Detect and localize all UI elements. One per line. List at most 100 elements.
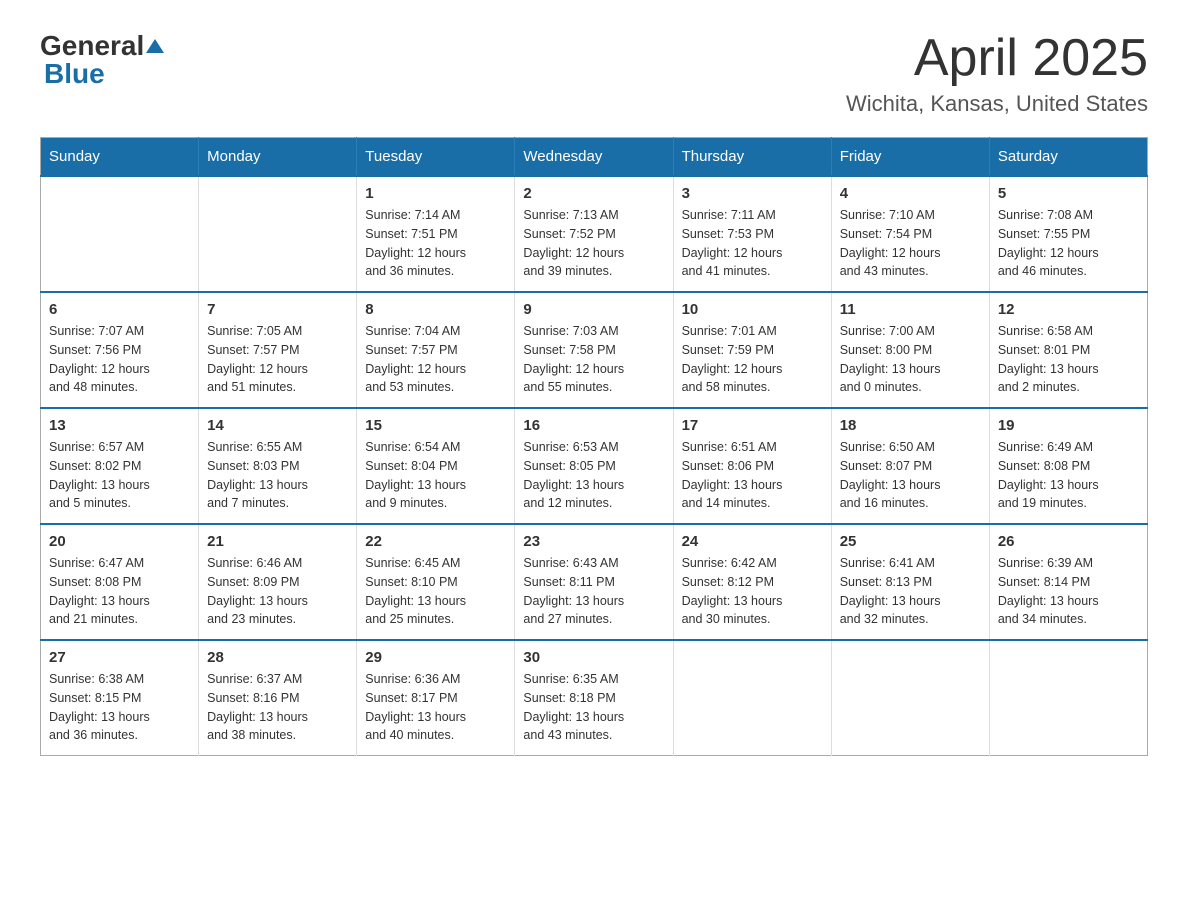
title-section: April 2025 Wichita, Kansas, United State… (846, 30, 1148, 117)
calendar-cell: 22 Sunrise: 6:45 AM Sunset: 8:10 PM Dayli… (357, 524, 515, 640)
calendar-cell (831, 640, 989, 756)
calendar-cell: 16 Sunrise: 6:53 AM Sunset: 8:05 PM Dayli… (515, 408, 673, 524)
day-number: 22 (365, 533, 506, 550)
calendar-header-friday: Friday (831, 138, 989, 177)
calendar-cell: 25 Sunrise: 6:41 AM Sunset: 8:13 PM Dayli… (831, 524, 989, 640)
calendar-week-row: 6 Sunrise: 7:07 AM Sunset: 7:56 PM Daylig… (41, 292, 1148, 408)
day-info: Sunrise: 7:07 AM Sunset: 7:56 PM Dayligh… (49, 322, 190, 397)
page-title: April 2025 (846, 30, 1148, 87)
calendar-header-row: SundayMondayTuesdayWednesdayThursdayFrid… (41, 138, 1148, 177)
day-number: 4 (840, 185, 981, 202)
calendar-cell: 17 Sunrise: 6:51 AM Sunset: 8:06 PM Dayli… (673, 408, 831, 524)
day-info: Sunrise: 6:41 AM Sunset: 8:13 PM Dayligh… (840, 554, 981, 629)
day-info: Sunrise: 6:49 AM Sunset: 8:08 PM Dayligh… (998, 438, 1139, 513)
day-info: Sunrise: 6:53 AM Sunset: 8:05 PM Dayligh… (523, 438, 664, 513)
day-info: Sunrise: 7:11 AM Sunset: 7:53 PM Dayligh… (682, 206, 823, 281)
calendar-header-tuesday: Tuesday (357, 138, 515, 177)
calendar-header-saturday: Saturday (989, 138, 1147, 177)
day-info: Sunrise: 6:58 AM Sunset: 8:01 PM Dayligh… (998, 322, 1139, 397)
calendar-cell: 1 Sunrise: 7:14 AM Sunset: 7:51 PM Daylig… (357, 176, 515, 292)
day-info: Sunrise: 6:46 AM Sunset: 8:09 PM Dayligh… (207, 554, 348, 629)
calendar-cell: 4 Sunrise: 7:10 AM Sunset: 7:54 PM Daylig… (831, 176, 989, 292)
calendar-cell: 3Sunrise: 7:11 AM Sunset: 7:53 PM Daylig… (673, 176, 831, 292)
calendar-cell: 15 Sunrise: 6:54 AM Sunset: 8:04 PM Dayli… (357, 408, 515, 524)
calendar-cell: 30Sunrise: 6:35 AM Sunset: 8:18 PM Dayli… (515, 640, 673, 756)
day-number: 13 (49, 417, 190, 434)
day-info: Sunrise: 6:45 AM Sunset: 8:10 PM Dayligh… (365, 554, 506, 629)
day-number: 1 (365, 185, 506, 202)
page-subtitle: Wichita, Kansas, United States (846, 91, 1148, 117)
logo: General Blue (40, 30, 166, 90)
calendar-table: SundayMondayTuesdayWednesdayThursdayFrid… (40, 137, 1148, 756)
day-info: Sunrise: 6:37 AM Sunset: 8:16 PM Dayligh… (207, 670, 348, 745)
calendar-cell (989, 640, 1147, 756)
calendar-cell (673, 640, 831, 756)
calendar-week-row: 20 Sunrise: 6:47 AM Sunset: 8:08 PM Dayli… (41, 524, 1148, 640)
day-info: Sunrise: 7:10 AM Sunset: 7:54 PM Dayligh… (840, 206, 981, 281)
page-header: General Blue April 2025 Wichita, Kansas,… (40, 30, 1148, 117)
day-number: 27 (49, 649, 190, 666)
day-number: 2 (523, 185, 664, 202)
day-info: Sunrise: 6:51 AM Sunset: 8:06 PM Dayligh… (682, 438, 823, 513)
day-info: Sunrise: 6:55 AM Sunset: 8:03 PM Dayligh… (207, 438, 348, 513)
day-number: 8 (365, 301, 506, 318)
calendar-cell: 8 Sunrise: 7:04 AM Sunset: 7:57 PM Daylig… (357, 292, 515, 408)
calendar-cell: 18Sunrise: 6:50 AM Sunset: 8:07 PM Dayli… (831, 408, 989, 524)
calendar-cell: 7 Sunrise: 7:05 AM Sunset: 7:57 PM Daylig… (199, 292, 357, 408)
calendar-cell: 12 Sunrise: 6:58 AM Sunset: 8:01 PM Dayli… (989, 292, 1147, 408)
calendar-cell: 24 Sunrise: 6:42 AM Sunset: 8:12 PM Dayli… (673, 524, 831, 640)
day-info: Sunrise: 6:42 AM Sunset: 8:12 PM Dayligh… (682, 554, 823, 629)
day-number: 21 (207, 533, 348, 550)
calendar-cell: 13 Sunrise: 6:57 AM Sunset: 8:02 PM Dayli… (41, 408, 199, 524)
day-info: Sunrise: 7:14 AM Sunset: 7:51 PM Dayligh… (365, 206, 506, 281)
day-number: 6 (49, 301, 190, 318)
day-info: Sunrise: 7:08 AM Sunset: 7:55 PM Dayligh… (998, 206, 1139, 281)
day-info: Sunrise: 7:03 AM Sunset: 7:58 PM Dayligh… (523, 322, 664, 397)
calendar-cell (41, 176, 199, 292)
day-info: Sunrise: 7:13 AM Sunset: 7:52 PM Dayligh… (523, 206, 664, 281)
day-number: 16 (523, 417, 664, 434)
calendar-week-row: 27 Sunrise: 6:38 AM Sunset: 8:15 PM Dayli… (41, 640, 1148, 756)
day-number: 17 (682, 417, 823, 434)
day-number: 15 (365, 417, 506, 434)
calendar-header-monday: Monday (199, 138, 357, 177)
calendar-header-wednesday: Wednesday (515, 138, 673, 177)
calendar-cell: 26Sunrise: 6:39 AM Sunset: 8:14 PM Dayli… (989, 524, 1147, 640)
day-number: 30 (523, 649, 664, 666)
calendar-cell (199, 176, 357, 292)
day-number: 25 (840, 533, 981, 550)
calendar-cell: 23 Sunrise: 6:43 AM Sunset: 8:11 PM Dayli… (515, 524, 673, 640)
day-number: 12 (998, 301, 1139, 318)
day-number: 7 (207, 301, 348, 318)
calendar-cell: 11 Sunrise: 7:00 AM Sunset: 8:00 PM Dayli… (831, 292, 989, 408)
day-info: Sunrise: 6:54 AM Sunset: 8:04 PM Dayligh… (365, 438, 506, 513)
calendar-cell: 20 Sunrise: 6:47 AM Sunset: 8:08 PM Dayli… (41, 524, 199, 640)
day-info: Sunrise: 6:43 AM Sunset: 8:11 PM Dayligh… (523, 554, 664, 629)
day-number: 14 (207, 417, 348, 434)
day-number: 24 (682, 533, 823, 550)
calendar-cell: 21 Sunrise: 6:46 AM Sunset: 8:09 PM Dayli… (199, 524, 357, 640)
calendar-cell: 10Sunrise: 7:01 AM Sunset: 7:59 PM Dayli… (673, 292, 831, 408)
logo-text-blue: Blue (44, 58, 105, 90)
day-number: 23 (523, 533, 664, 550)
day-info: Sunrise: 7:00 AM Sunset: 8:00 PM Dayligh… (840, 322, 981, 397)
day-info: Sunrise: 7:04 AM Sunset: 7:57 PM Dayligh… (365, 322, 506, 397)
day-number: 19 (998, 417, 1139, 434)
day-info: Sunrise: 7:05 AM Sunset: 7:57 PM Dayligh… (207, 322, 348, 397)
calendar-cell: 27 Sunrise: 6:38 AM Sunset: 8:15 PM Dayli… (41, 640, 199, 756)
calendar-cell: 2 Sunrise: 7:13 AM Sunset: 7:52 PM Daylig… (515, 176, 673, 292)
calendar-week-row: 13 Sunrise: 6:57 AM Sunset: 8:02 PM Dayli… (41, 408, 1148, 524)
calendar-cell: 6 Sunrise: 7:07 AM Sunset: 7:56 PM Daylig… (41, 292, 199, 408)
calendar-header-sunday: Sunday (41, 138, 199, 177)
day-info: Sunrise: 6:47 AM Sunset: 8:08 PM Dayligh… (49, 554, 190, 629)
calendar-cell: 29Sunrise: 6:36 AM Sunset: 8:17 PM Dayli… (357, 640, 515, 756)
day-number: 11 (840, 301, 981, 318)
day-info: Sunrise: 6:38 AM Sunset: 8:15 PM Dayligh… (49, 670, 190, 745)
day-number: 5 (998, 185, 1139, 202)
day-number: 29 (365, 649, 506, 666)
day-info: Sunrise: 6:57 AM Sunset: 8:02 PM Dayligh… (49, 438, 190, 513)
day-info: Sunrise: 7:01 AM Sunset: 7:59 PM Dayligh… (682, 322, 823, 397)
day-number: 20 (49, 533, 190, 550)
calendar-cell: 9Sunrise: 7:03 AM Sunset: 7:58 PM Daylig… (515, 292, 673, 408)
calendar-cell: 5 Sunrise: 7:08 AM Sunset: 7:55 PM Daylig… (989, 176, 1147, 292)
